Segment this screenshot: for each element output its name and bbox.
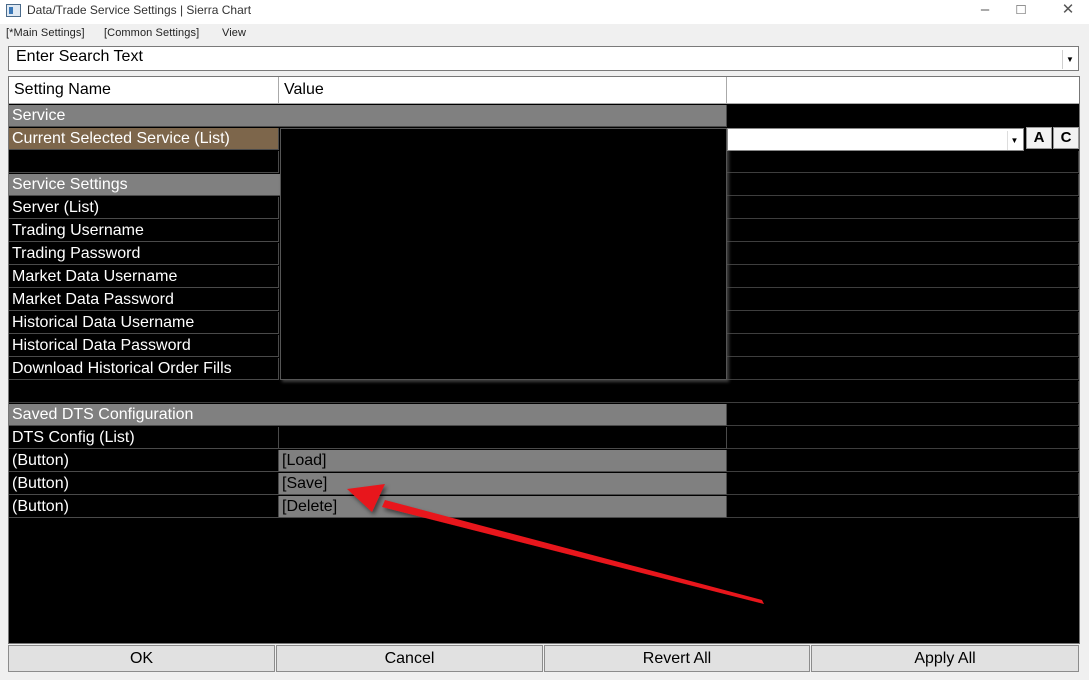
cancel-button[interactable]: Cancel (276, 645, 543, 672)
ok-button[interactable]: OK (8, 645, 275, 672)
annotation-arrow-icon (347, 484, 764, 604)
revert-all-button[interactable]: Revert All (544, 645, 810, 672)
apply-all-button[interactable]: Apply All (811, 645, 1079, 672)
